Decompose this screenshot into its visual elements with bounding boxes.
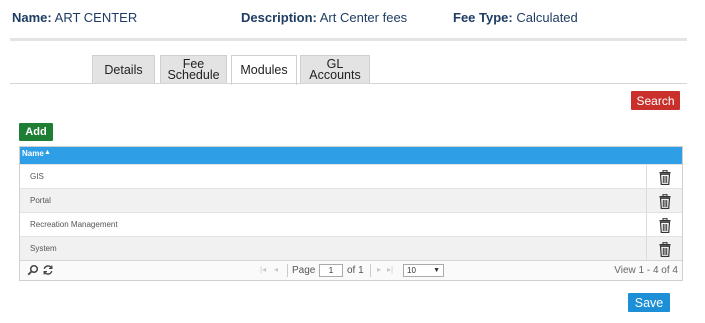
trash-icon[interactable] <box>659 217 671 233</box>
rows-per-page-value: 10 <box>407 266 416 275</box>
delete-cell <box>646 165 682 189</box>
tabs-divider <box>10 83 687 84</box>
delete-cell <box>646 189 682 213</box>
first-page-icon[interactable]: |◂ <box>260 265 266 274</box>
last-page-icon[interactable]: ▸| <box>387 265 393 274</box>
description-label: Description: <box>241 10 317 25</box>
tab-modules-label: Modules <box>240 63 288 77</box>
chevron-down-icon: ▼ <box>433 267 440 274</box>
tab-details[interactable]: Details <box>92 55 155 84</box>
fee-type-label: Fee Type: <box>453 10 513 25</box>
tab-gl-accounts[interactable]: GL Accounts <box>300 55 370 84</box>
table-row[interactable]: GIS <box>20 164 682 189</box>
add-button[interactable]: Add <box>19 123 53 141</box>
row-name: System <box>30 244 57 253</box>
search-button[interactable]: Search <box>631 91 680 110</box>
tab-modules[interactable]: Modules <box>231 55 297 85</box>
trash-icon[interactable] <box>659 169 671 185</box>
page-label: Page <box>292 265 316 276</box>
trash-icon[interactable] <box>659 193 671 209</box>
next-page-icon[interactable]: ▸ <box>377 265 381 274</box>
record-name: Name: ART CENTER <box>12 10 137 25</box>
delete-cell <box>646 237 682 261</box>
table-row[interactable]: Portal <box>20 188 682 213</box>
header-divider <box>10 38 687 41</box>
column-header-name[interactable]: Name <box>22 149 44 158</box>
row-name: Portal <box>30 196 51 205</box>
row-name: Recreation Management <box>30 220 118 229</box>
row-name: GIS <box>30 172 44 181</box>
tab-gl-accounts-label: GL Accounts <box>309 57 361 82</box>
pager-separator <box>287 264 288 277</box>
name-value: ART CENTER <box>54 10 138 25</box>
name-label: Name: <box>12 10 52 25</box>
rows-per-page-select[interactable]: 10 ▼ <box>403 264 444 277</box>
page-count-label: of 1 <box>347 265 364 276</box>
record-fee-type: Fee Type: Calculated <box>453 10 578 25</box>
table-row[interactable]: Recreation Management <box>20 212 682 237</box>
record-count-text: View 1 - 4 of 4 <box>614 265 678 276</box>
grid-header: Name ▲ <box>20 147 682 164</box>
description-value: Art Center fees <box>319 10 408 25</box>
record-info-bar: Name: ART CENTER Description: Art Center… <box>0 0 705 41</box>
table-row[interactable]: System <box>20 236 682 261</box>
tab-fee-schedule[interactable]: Fee Schedule <box>160 55 227 84</box>
prev-page-icon[interactable]: ◂ <box>274 265 278 274</box>
record-description: Description: Art Center fees <box>241 10 407 25</box>
fee-type-value: Calculated <box>516 10 578 25</box>
tab-details-label: Details <box>104 62 143 77</box>
refresh-icon[interactable] <box>42 264 54 276</box>
sort-ascending-icon: ▲ <box>44 149 51 156</box>
page-number-input[interactable]: 1 <box>319 264 343 277</box>
grid-pager: |◂ ◂ Page 1 of 1 ▸ ▸| 10 ▼ View 1 - 4 of… <box>20 260 682 280</box>
delete-cell <box>646 213 682 237</box>
tab-fee-schedule-label-line2: Schedule <box>167 68 220 82</box>
pager-separator <box>370 264 371 277</box>
save-button[interactable]: Save <box>628 293 670 312</box>
modules-grid: Name ▲ GIS Portal Recreation Management … <box>19 146 683 281</box>
magnifier-icon[interactable] <box>27 264 39 276</box>
trash-icon[interactable] <box>659 241 671 257</box>
